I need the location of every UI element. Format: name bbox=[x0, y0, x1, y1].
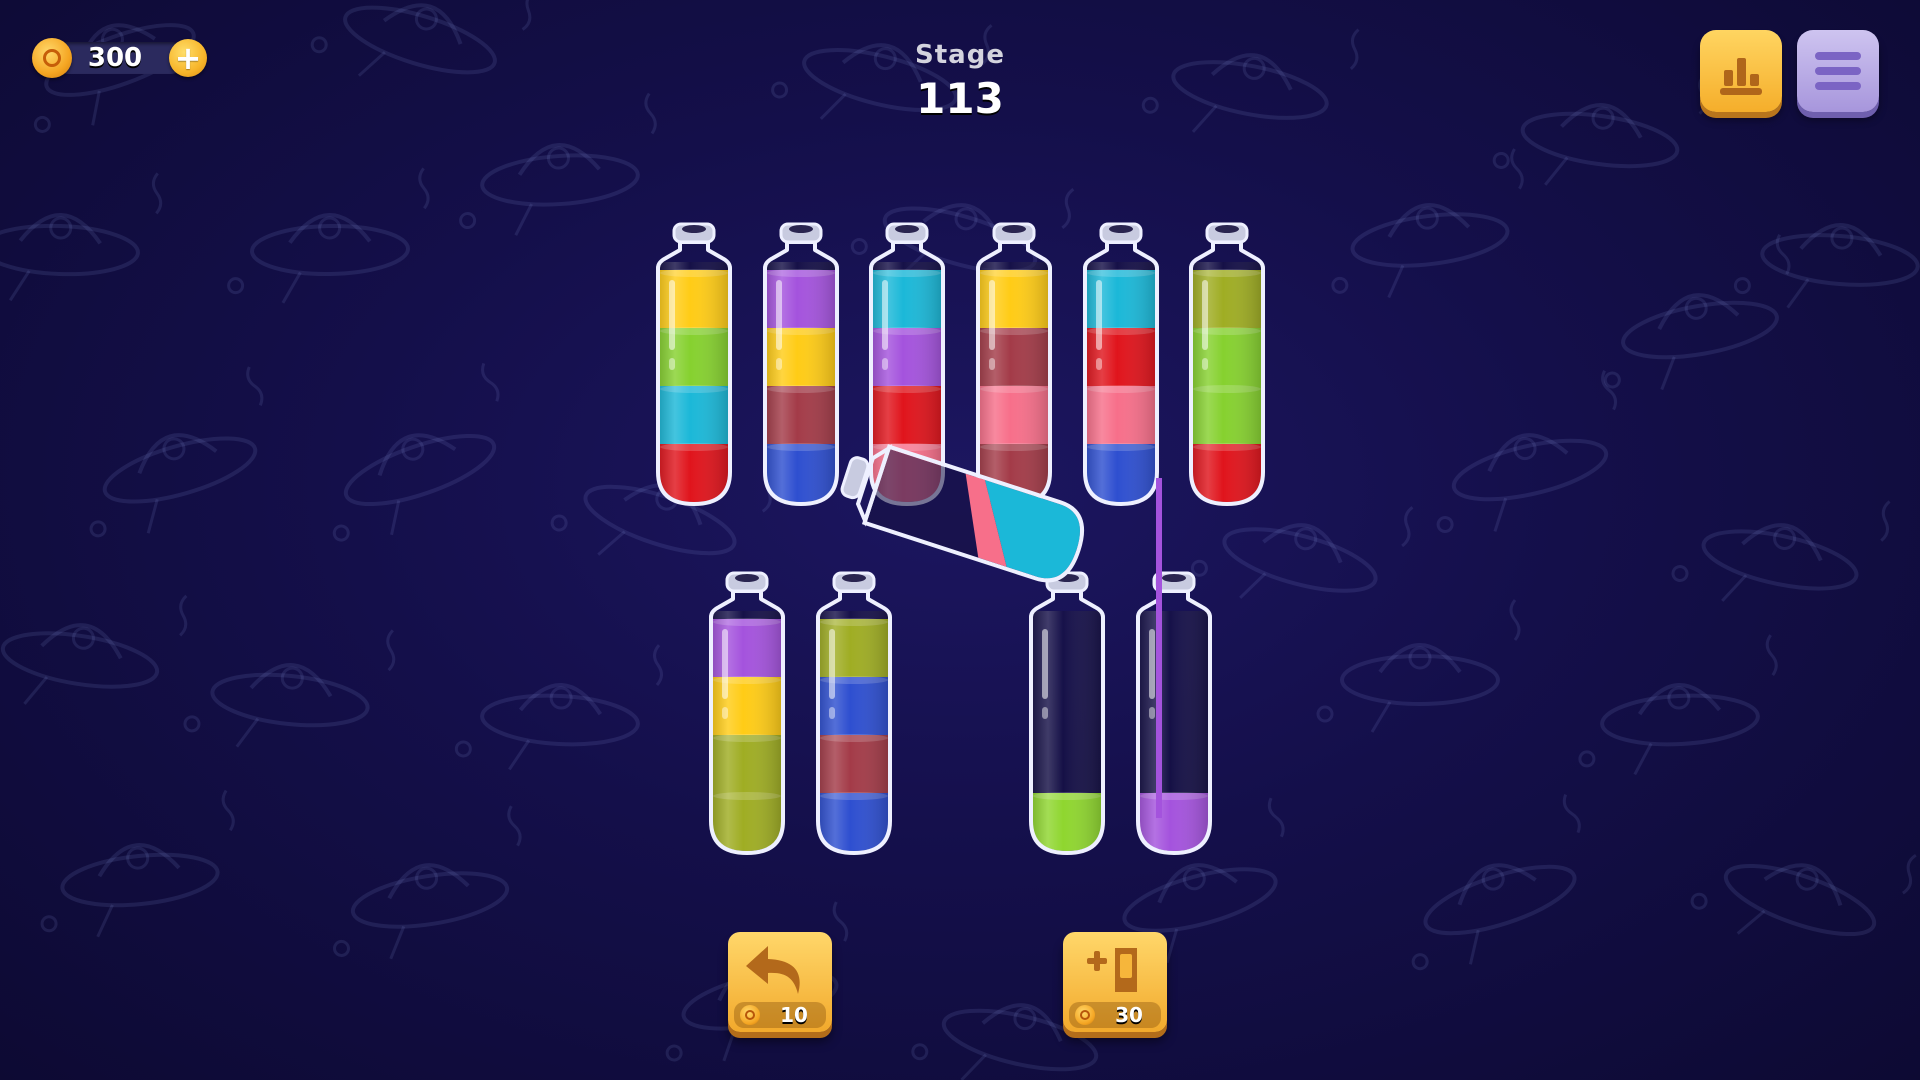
tube[interactable] bbox=[763, 222, 839, 506]
game-board[interactable] bbox=[0, 0, 1920, 1080]
undo-button[interactable]: 10 bbox=[728, 932, 832, 1032]
add-tube-cost: 30 bbox=[1115, 1003, 1143, 1027]
add-tube-icon[interactable] bbox=[1063, 932, 1167, 1002]
tube[interactable] bbox=[976, 222, 1052, 506]
tube[interactable] bbox=[1083, 222, 1159, 506]
undo-arrow-icon[interactable] bbox=[728, 932, 832, 1002]
tube[interactable] bbox=[709, 571, 785, 855]
pour-stream bbox=[1156, 478, 1162, 818]
tube[interactable] bbox=[656, 222, 732, 506]
undo-cost: 10 bbox=[780, 1003, 808, 1027]
tube[interactable] bbox=[1029, 571, 1105, 855]
tube[interactable] bbox=[1136, 571, 1212, 855]
coin-icon bbox=[740, 1005, 760, 1025]
coin-icon bbox=[1075, 1005, 1095, 1025]
tube[interactable] bbox=[816, 571, 892, 855]
tube[interactable] bbox=[1189, 222, 1265, 506]
add-tube-button[interactable]: 30 bbox=[1063, 932, 1167, 1032]
pouring-tube[interactable] bbox=[834, 437, 1094, 589]
